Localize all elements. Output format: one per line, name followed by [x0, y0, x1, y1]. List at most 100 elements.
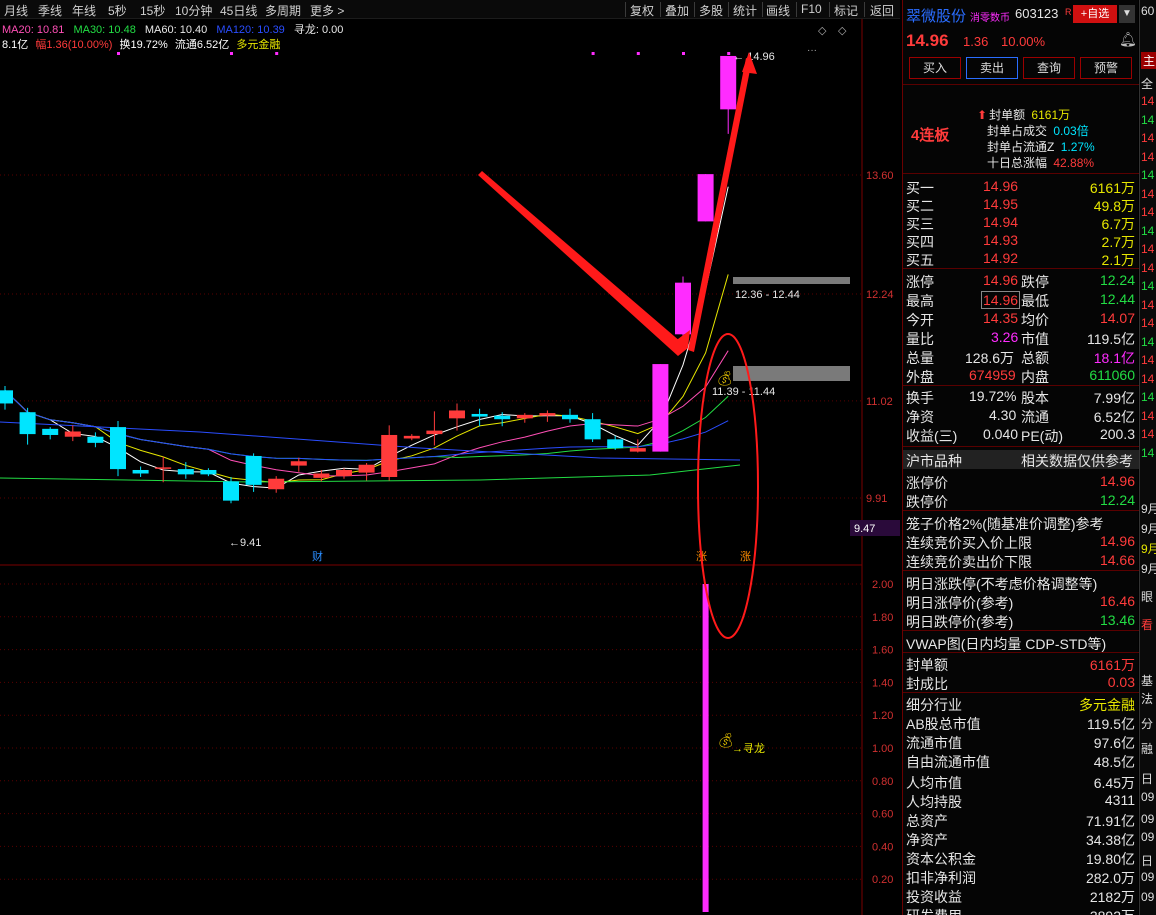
edge-tick: 14 [1141, 371, 1155, 386]
edge-label: 看 [1141, 618, 1154, 632]
indicator-axis-label: 1.80 [872, 612, 893, 624]
stat-value: 3.26 [991, 329, 1019, 345]
stat-value: 14.07 [1099, 310, 1135, 326]
seal-stat-value: 0.03倍 [1053, 124, 1089, 138]
multi-stock-button[interactable]: 多股 [699, 2, 723, 19]
stat-label: 流通 [1021, 409, 1049, 425]
toolbar-separator [694, 2, 695, 17]
toolbar-separator [660, 2, 661, 17]
stat-value: 200.3 [1099, 426, 1135, 442]
fund-row: AB股总市值 119.5亿 [903, 713, 1139, 732]
add-watchlist-button[interactable]: +自选 [1073, 5, 1117, 23]
edge-top: 60 [1141, 4, 1155, 18]
candle-body [290, 461, 307, 466]
edge-tick: 14 [1141, 334, 1155, 349]
fund-row: 研发费用 3892万 [903, 905, 1139, 915]
candle-body [245, 455, 262, 485]
fund-row: 资本公积金 19.80亿 [903, 848, 1139, 867]
price-axis-label: 11.02 [866, 396, 893, 408]
edge-tab[interactable]: 主 [1141, 52, 1156, 69]
stock-tag: 消零数币 [970, 13, 1010, 24]
stat-row: 最高 14.96 最低 12.44 [903, 290, 1139, 309]
period-5s[interactable]: 5秒 [108, 2, 127, 19]
period-yearly[interactable]: 年线 [72, 2, 96, 19]
fuquan-button[interactable]: 复权 [630, 2, 654, 19]
finance-marker: 财 [312, 549, 323, 563]
cage-title-text: 笼子价格2%(随基准价调整)参考 [906, 516, 1104, 532]
toolbar-separator [625, 2, 626, 17]
stat-label: 涨停 [906, 274, 934, 290]
period-multi[interactable]: 多周期 [265, 2, 301, 19]
candle-body [313, 473, 330, 478]
period-monthly[interactable]: 月线 [4, 2, 28, 19]
alert-button[interactable]: 预警 [1080, 57, 1132, 79]
fund-value: 34.38亿 [1085, 832, 1135, 848]
mark-button[interactable]: 标记 [834, 2, 858, 19]
board-label: 4连板 [911, 127, 950, 144]
cage-row: 连续竞价买入价上限 14.96 [903, 532, 1139, 551]
signal-dot [591, 52, 595, 55]
edge-tick: 14 [1141, 223, 1155, 238]
annotation-arrow [478, 171, 688, 356]
draw-line-button[interactable]: 画线 [766, 2, 790, 19]
buy-button[interactable]: 买入 [909, 57, 961, 79]
market-row[interactable]: 沪市品种 相关数据仅供参考 [903, 450, 1139, 469]
stat-value: 7.99亿 [1093, 390, 1135, 406]
edge-label: 09 [1141, 790, 1155, 804]
edge-date: 9月 [1141, 522, 1156, 536]
edge-tick: 14 [1141, 186, 1155, 201]
seal-stat-label: 封单占成交 [987, 124, 1048, 138]
stat-value: 611060 [1089, 367, 1135, 383]
divider [903, 630, 1139, 631]
stat-label: PE(动) [1021, 428, 1063, 444]
stat-label: 换手 [906, 390, 934, 406]
candle-body [64, 431, 81, 437]
stats-button[interactable]: 统计 [733, 2, 757, 19]
bid-row: 买三 14.94 6.7万 [903, 213, 1139, 232]
stat-label: 均价 [1021, 312, 1049, 328]
price-change-pct: 10.00% [1001, 34, 1046, 49]
candle-body [268, 478, 285, 490]
stat-label: 总量 [906, 350, 934, 366]
period-quarterly[interactable]: 季线 [38, 2, 62, 19]
signal-dot [682, 52, 685, 55]
f10-button[interactable]: F10 [801, 2, 822, 16]
edge-label: 日 [1141, 772, 1154, 786]
query-button[interactable]: 查询 [1023, 57, 1075, 79]
seal-value: 6161万 [1089, 657, 1135, 673]
fund-row: 净资产 34.38亿 [903, 829, 1139, 848]
fund-value: 97.6亿 [1093, 735, 1135, 751]
candle-body [607, 439, 624, 449]
kline-chart[interactable]: 13.60 12.24 11.02 9.91 2.00 1.80 1.60 1.40 1.20 1… [0, 19, 900, 915]
overlay-button[interactable]: 叠加 [665, 2, 689, 19]
period-45day[interactable]: 45日线 [220, 2, 257, 19]
settings-icon: ◇ [838, 25, 847, 37]
fund-label: 研发费用 [906, 906, 962, 915]
candle-body [652, 364, 669, 452]
period-more[interactable]: 更多 > [310, 2, 344, 19]
bell-icon[interactable]: 🔔︎ [1119, 31, 1137, 48]
chevron-down-icon[interactable]: ▼ [1119, 5, 1135, 23]
seal-stat-value: 1.27% [1060, 140, 1095, 154]
period-15s[interactable]: 15秒 [140, 2, 165, 19]
vwap-title[interactable]: VWAP图(日内均量 CDP-STD等) [903, 633, 1139, 652]
stat-label: 股本 [1021, 390, 1049, 406]
edge-label: 分 [1141, 717, 1154, 731]
bid-row: 买一 14.96 6161万 [903, 177, 1139, 196]
edge-date: 9月 [1141, 562, 1156, 576]
divider [903, 446, 1139, 447]
fund-label: 人均持股 [906, 794, 962, 810]
stat-value: 12.24 [1099, 272, 1135, 288]
fund-row: 总资产 71.91亿 [903, 810, 1139, 829]
gap-band-upper [733, 277, 850, 284]
period-10min[interactable]: 10分钟 [175, 2, 212, 19]
candle-body [200, 469, 217, 475]
bid-price: 14.96 [983, 178, 1019, 194]
sell-button[interactable]: 卖出 [966, 57, 1018, 79]
candle-body [223, 481, 239, 501]
indicator-bar [702, 584, 709, 912]
stat-label: 最低 [1021, 293, 1049, 309]
edge-label: 09 [1141, 870, 1155, 884]
current-price-label: 9.47 [854, 523, 875, 535]
back-button[interactable]: 返回 [870, 2, 894, 19]
